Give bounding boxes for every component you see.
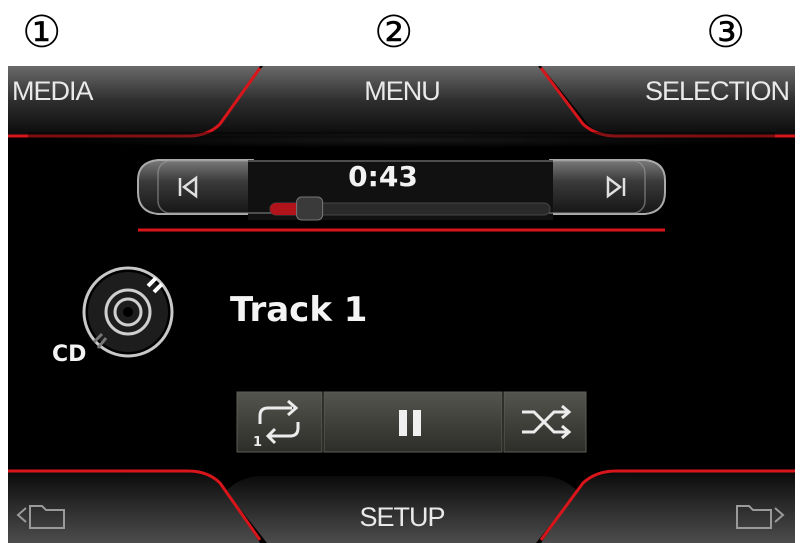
repeat-one-digit: 1 bbox=[253, 435, 262, 450]
menu-tab-hitarea[interactable] bbox=[263, 66, 538, 134]
repeat-button-bg[interactable] bbox=[236, 391, 323, 453]
source-label: CD bbox=[52, 342, 87, 367]
elapsed-time: 0:43 bbox=[348, 160, 418, 193]
callout-row: ① ② ③ bbox=[0, 0, 801, 66]
callout-1: ① bbox=[22, 7, 62, 58]
setup-tab-hitarea[interactable] bbox=[268, 478, 536, 543]
track-name: Track 1 bbox=[230, 290, 368, 330]
callout-3: ③ bbox=[706, 7, 746, 58]
prev-button-frame[interactable] bbox=[137, 159, 265, 215]
media-tab-hitarea[interactable] bbox=[8, 66, 248, 134]
infotainment-screen: 1 MEDIA MENU SELECTION 0:43 Track 1 CD S… bbox=[8, 66, 795, 543]
next-button-frame[interactable] bbox=[538, 159, 666, 215]
selection-tab-hitarea[interactable] bbox=[568, 66, 795, 134]
playback-controls: 1 bbox=[236, 391, 587, 453]
callout-2: ② bbox=[374, 7, 414, 58]
progress-knob[interactable] bbox=[296, 196, 324, 221]
cd-icon bbox=[82, 266, 174, 358]
